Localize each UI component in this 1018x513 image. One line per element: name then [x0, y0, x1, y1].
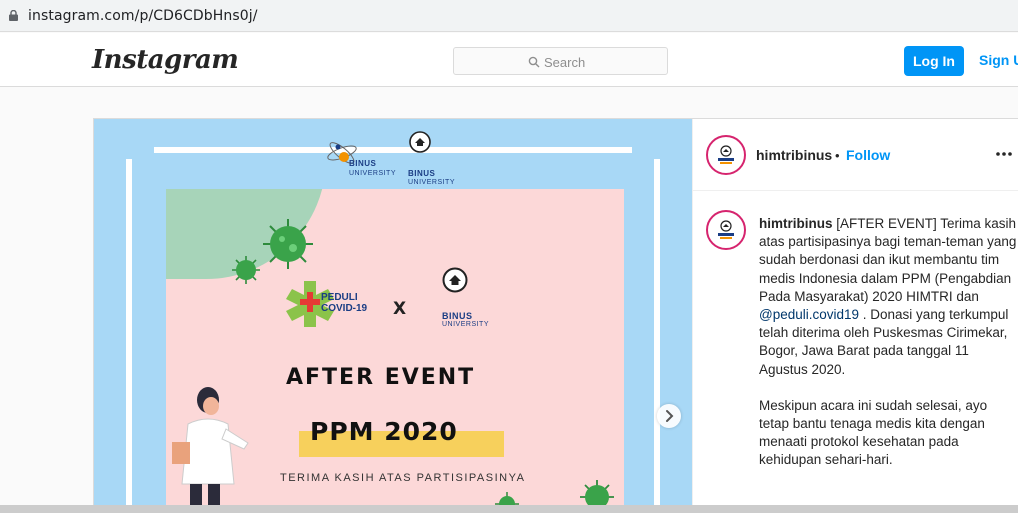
dot-separator: •: [835, 148, 840, 163]
post-media[interactable]: BINUS UNIVERSITY BINUS UNIVERSITY PEDULI…: [94, 119, 692, 513]
binus-logo-university-text: UNIVERSITY: [349, 170, 397, 177]
binus-logo-text: BINUS: [349, 159, 377, 168]
caption-username[interactable]: himtribinus: [759, 216, 833, 231]
peduli-line2: COVID-19: [321, 303, 368, 314]
search-box[interactable]: [453, 47, 668, 75]
collab-x-mark: X: [393, 299, 407, 319]
mention-link[interactable]: @peduli.covid19: [759, 307, 859, 322]
medic-illustration: [172, 387, 249, 513]
avatar[interactable]: [706, 135, 746, 175]
himtri-emblem-icon: [711, 215, 741, 245]
follow-button[interactable]: Follow: [846, 147, 890, 163]
more-options-icon[interactable]: [994, 149, 1014, 159]
search-input[interactable]: [544, 52, 654, 72]
chevron-right-icon: [666, 410, 674, 422]
post-card: BINUS UNIVERSITY BINUS UNIVERSITY PEDULI…: [93, 118, 1018, 513]
post-side-panel: himtribinus • Follow himtribinus [AFTER …: [692, 119, 1018, 513]
browser-address-bar: instagram.com/p/CD6CDbHns0j/: [0, 0, 1018, 32]
himtri-emblem-icon: [409, 131, 431, 153]
post-header: himtribinus • Follow: [693, 119, 1018, 191]
url-text[interactable]: instagram.com/p/CD6CDbHns0j/: [28, 8, 258, 24]
caption-paragraph-2: Meskipun acara ini sudah selesai, ayo te…: [759, 397, 988, 468]
after-event-heading: AFTER EVENT: [286, 365, 476, 390]
peduli-covid-text: PEDULI COVID-19: [321, 292, 367, 314]
post-username[interactable]: himtribinus: [756, 147, 832, 163]
instagram-navbar: Instagram Log In Sign Up: [0, 33, 1018, 87]
caption-gap: [759, 379, 1017, 397]
himtri-binus-text: BINUS: [442, 311, 473, 321]
thanks-subtitle: TERIMA KASIH ATAS PARTISIPASINYA: [280, 472, 526, 484]
himtri-university-text: UNIVERSITY: [442, 321, 490, 328]
ppm-2020-heading: PPM 2020: [310, 417, 458, 446]
post-caption: himtribinus [AFTER EVENT] Terima kasih a…: [759, 215, 1017, 470]
login-button[interactable]: Log In: [904, 46, 964, 76]
poster-panel: PEDULI COVID-19 X BINUS UNIVERSITY AFTER…: [166, 189, 624, 513]
horizontal-scrollbar[interactable]: [0, 505, 1018, 513]
himtri-emblem-icon: [442, 267, 468, 293]
caption-paragraph-1: himtribinus [AFTER EVENT] Terima kasih a…: [759, 215, 1017, 379]
lock-icon: [9, 10, 18, 21]
frame-right-line: [654, 159, 660, 513]
signup-link[interactable]: Sign Up: [979, 52, 1018, 68]
virus-icon: [263, 219, 313, 269]
peduli-line1: PEDULI: [321, 292, 358, 303]
caption-avatar[interactable]: [706, 210, 746, 250]
virus-icon: [232, 256, 260, 284]
himtri-emblem-icon: [711, 140, 741, 170]
instagram-logo[interactable]: Instagram: [92, 45, 239, 75]
search-icon: [528, 56, 540, 68]
next-slide-button[interactable]: [657, 404, 681, 428]
himtri-top-university-text: UNIVERSITY: [408, 179, 456, 186]
frame-top-line: [154, 147, 632, 153]
frame-left-line: [126, 159, 132, 513]
himtri-top-binus-text: BINUS: [408, 169, 436, 178]
